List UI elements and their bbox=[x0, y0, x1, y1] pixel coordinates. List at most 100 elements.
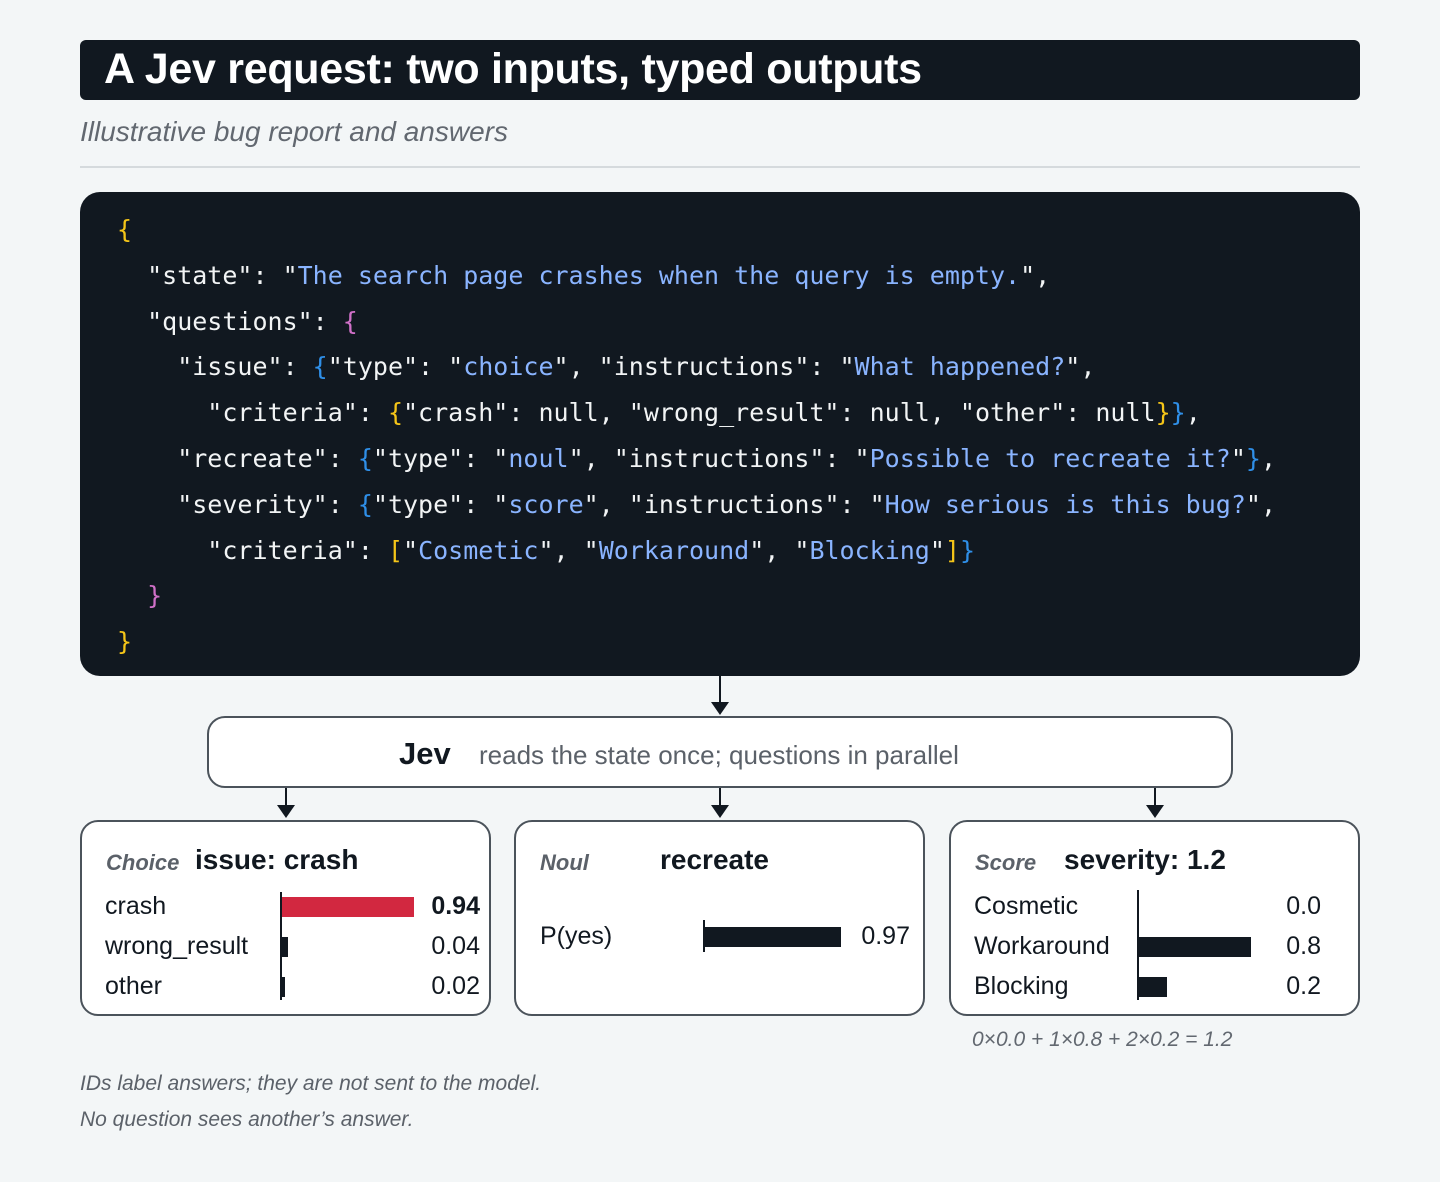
card-type-label: Noul bbox=[540, 850, 589, 875]
bar-mark bbox=[282, 937, 288, 957]
card-title: severity: 1.2 bbox=[1064, 844, 1226, 875]
code-token: noul bbox=[508, 444, 569, 473]
code-token: } bbox=[1155, 398, 1171, 428]
code-token: , bbox=[1260, 444, 1277, 473]
code-line: "criteria": ["Cosmetic", "Workaround", "… bbox=[117, 536, 975, 566]
code-line: } bbox=[117, 581, 162, 611]
code-token: , bbox=[1185, 398, 1201, 428]
card-type-label: Choice bbox=[106, 850, 180, 875]
code-token: } bbox=[959, 535, 976, 565]
bar-row-label: other bbox=[105, 972, 162, 1000]
code-line: "questions": { bbox=[117, 307, 358, 337]
card-type-label: Score bbox=[975, 850, 1037, 875]
code-token: ", bbox=[1245, 489, 1276, 519]
bar-row-label: Workaround bbox=[974, 932, 1110, 960]
code-line: } bbox=[117, 627, 132, 657]
arrow-down-icon bbox=[1146, 805, 1164, 818]
code-token: [ bbox=[387, 535, 403, 565]
code-token: " bbox=[403, 535, 419, 565]
code-token: ", " bbox=[749, 535, 810, 565]
bar-value-label: 0.0 bbox=[1286, 892, 1321, 920]
bar-row-label: P(yes) bbox=[540, 922, 613, 950]
code-token: score bbox=[508, 489, 584, 519]
bar-row-label: Blocking bbox=[974, 972, 1069, 1000]
bar-value-label: 0.94 bbox=[431, 892, 480, 920]
code-token: "questions": bbox=[117, 306, 343, 336]
bar-mark bbox=[1139, 937, 1251, 957]
code-token: { bbox=[357, 489, 373, 519]
code-line: "criteria": {"crash": null, "wrong_resul… bbox=[117, 398, 1201, 428]
code-token: Cosmetic bbox=[418, 535, 539, 565]
bar-mark bbox=[1139, 977, 1167, 997]
code-token: "issue": bbox=[117, 352, 313, 382]
bar-value-label: 0.97 bbox=[861, 922, 910, 950]
code-token: "type": " bbox=[372, 489, 509, 519]
code-token: { bbox=[117, 215, 133, 244]
title-bar: A Jev request: two inputs, typed outputs bbox=[80, 40, 1360, 100]
code-token: "criteria": bbox=[117, 398, 388, 428]
code-token: ", bbox=[1020, 260, 1051, 290]
code-token: { bbox=[357, 444, 373, 473]
jev-engine-box: Jev reads the state once; questions in p… bbox=[207, 716, 1233, 788]
choice-output-card: Choice issue: crash crash 0.94 wrong_resul… bbox=[80, 820, 491, 1016]
bar-value-label: 0.02 bbox=[431, 972, 480, 1000]
code-token: "type": " bbox=[327, 352, 464, 382]
code-token: { bbox=[342, 306, 358, 336]
code-token: The search page crashes when the query i… bbox=[297, 260, 1021, 290]
flow-arrow-head-icon bbox=[711, 702, 729, 715]
bar-row-label: wrong_result bbox=[105, 932, 249, 960]
card-title: recreate bbox=[660, 844, 769, 875]
flow-arrow-shaft bbox=[719, 676, 721, 704]
code-token: "crash": null, "wrong_result": null, "ot… bbox=[403, 398, 1156, 428]
code-line: "recreate": {"type": "noul", "instructio… bbox=[117, 444, 1276, 474]
code-token: ] bbox=[944, 535, 960, 565]
code-token: Blocking bbox=[809, 535, 930, 565]
code-token: { bbox=[387, 398, 403, 428]
code-token: choice bbox=[463, 352, 554, 382]
footnote: No question sees another’s answer. bbox=[80, 1108, 414, 1131]
code-token: ", bbox=[1065, 352, 1096, 382]
bar-row-label: Cosmetic bbox=[974, 892, 1079, 920]
code-token: ", "instructions": " bbox=[568, 444, 870, 473]
code-token: "type": " bbox=[372, 444, 509, 473]
arrow-down-icon bbox=[277, 805, 295, 818]
code-token: " bbox=[1230, 444, 1246, 473]
request-json-panel: { "state": "The search page crashes when… bbox=[80, 192, 1360, 676]
code-token: How serious is this bug? bbox=[884, 489, 1246, 519]
code-token: "severity": bbox=[117, 489, 358, 519]
code-token: } bbox=[117, 581, 163, 611]
code-line: "state": "The search page crashes when t… bbox=[117, 261, 1050, 291]
code-token: Workaround bbox=[598, 535, 750, 565]
code-token: "recreate": bbox=[117, 444, 358, 473]
code-token: } bbox=[1170, 398, 1186, 428]
code-token: ", " bbox=[538, 535, 599, 565]
score-output-card: Score severity: 1.2 Cosmetic 0.0 Workaroun… bbox=[949, 820, 1360, 1016]
code-token: Possible to recreate it? bbox=[869, 444, 1231, 473]
code-token: } bbox=[117, 627, 133, 657]
noul-output-card: Noul recreate P(yes) 0.97 bbox=[514, 820, 925, 1016]
code-line: "issue": {"type": "choice", "instruction… bbox=[117, 352, 1095, 382]
bar-mark bbox=[705, 927, 841, 947]
card-title: issue: crash bbox=[195, 844, 359, 875]
divider bbox=[80, 166, 1360, 168]
code-token: What happened? bbox=[854, 352, 1066, 382]
code-token: } bbox=[1245, 444, 1261, 473]
score-formula: 0×0.0 + 1×0.8 + 2×0.2 = 1.2 bbox=[972, 1028, 1233, 1051]
code-line: "severity": {"type": "score", "instructi… bbox=[117, 490, 1276, 520]
bar-value-label: 0.8 bbox=[1286, 932, 1321, 960]
jev-description: reads the state once; questions in paral… bbox=[479, 740, 959, 770]
bar-row-label: crash bbox=[105, 892, 167, 920]
code-line: { bbox=[117, 215, 132, 245]
bar-value-label: 0.04 bbox=[431, 932, 480, 960]
code-token: ", "instructions": " bbox=[583, 489, 885, 519]
bar-mark bbox=[282, 897, 414, 917]
code-token: { bbox=[312, 352, 328, 382]
arrow-down-icon bbox=[711, 805, 729, 818]
bar-mark bbox=[282, 977, 285, 997]
page-subtitle: Illustrative bug report and answers bbox=[80, 116, 508, 147]
code-token: " bbox=[929, 535, 945, 565]
code-token: ", "instructions": " bbox=[553, 352, 855, 382]
code-token: "criteria": bbox=[117, 535, 388, 565]
page-title: A Jev request: two inputs, typed outputs bbox=[104, 45, 922, 93]
footnote: IDs label answers; they are not sent to … bbox=[80, 1072, 542, 1095]
